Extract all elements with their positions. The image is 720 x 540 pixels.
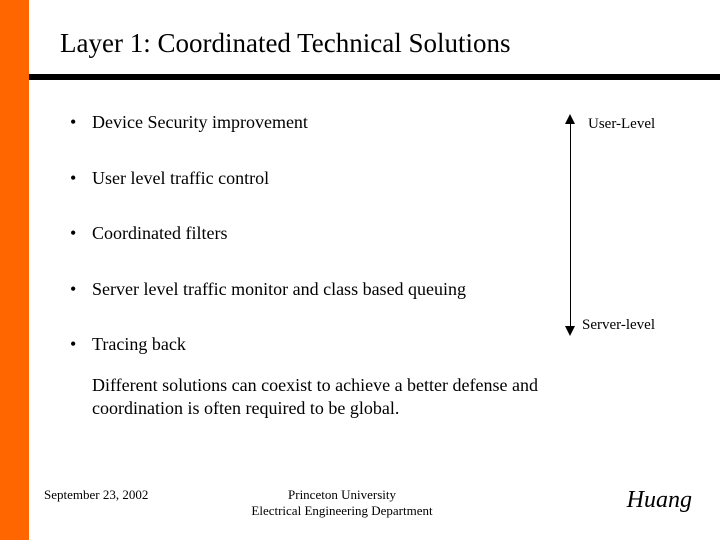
title-underline [29, 74, 720, 80]
footer-author: Huang [627, 487, 692, 514]
bullet-text: Server level traffic monitor and class b… [92, 279, 466, 299]
accent-bar [0, 0, 29, 540]
footer-date: September 23, 2002 [44, 487, 148, 503]
footer-line2: Electrical Engineering Department [251, 503, 432, 518]
arrow-down-icon [565, 326, 575, 336]
footer-line1: Princeton University [288, 487, 396, 502]
bullet-list: Device Security improvement User level t… [70, 112, 550, 390]
bullet-text: Device Security improvement [92, 112, 308, 132]
bullet-text: User level traffic control [92, 168, 269, 188]
summary-paragraph: Different solutions can coexist to achie… [92, 374, 632, 419]
footer-affiliation: Princeton University Electrical Engineer… [232, 487, 452, 520]
slide-title: Layer 1: Coordinated Technical Solutions [60, 28, 511, 59]
bullet-text: Tracing back [92, 334, 186, 354]
arrow-bottom-label: Server-level [582, 317, 655, 334]
list-item: Device Security improvement [70, 112, 550, 134]
list-item: Server level traffic monitor and class b… [70, 279, 550, 301]
list-item: Tracing back [70, 334, 550, 356]
arrow-top-label: User-Level [588, 116, 655, 133]
list-item: Coordinated filters [70, 223, 550, 245]
list-item: User level traffic control [70, 168, 550, 190]
arrow-line [570, 120, 571, 330]
bullet-text: Coordinated filters [92, 223, 227, 243]
vertical-double-arrow-icon [565, 114, 577, 336]
